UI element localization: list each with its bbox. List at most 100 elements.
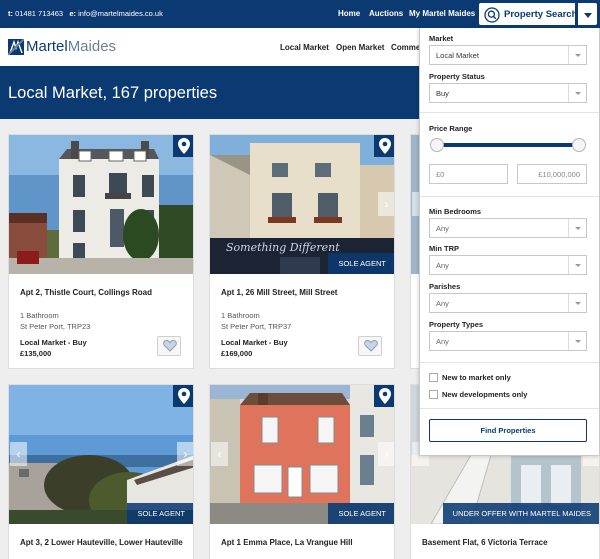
listing-photo[interactable]: Something Different › SOLE AGENT [210, 135, 394, 274]
price-min-input[interactable]: £0 [429, 164, 508, 184]
nav-local-market[interactable]: Local Market [280, 43, 329, 52]
chevron-left-icon: ‹ [16, 447, 21, 461]
chevron-right-icon: › [183, 447, 188, 461]
property-status-label: Property Status [429, 72, 485, 81]
new-developments-checkbox[interactable] [429, 390, 438, 399]
listing-card[interactable]: Something Different › SOLE AGENT Apt 1, … [209, 134, 395, 369]
sole-agent-badge: SOLE AGENT [328, 503, 394, 524]
listing-photo[interactable]: ‹ › SOLE AGENT [9, 385, 193, 524]
listing-title[interactable]: Apt 1 Emma Place, La Vrangue Hill [221, 537, 386, 548]
new-to-market-label[interactable]: New to market only [442, 373, 511, 382]
divider [420, 196, 599, 197]
nav-commercial[interactable]: Comme [391, 43, 420, 52]
sole-agent-badge: SOLE AGENT [127, 503, 193, 524]
divider [420, 112, 599, 113]
listing-title[interactable]: Apt 3, 2 Lower Hauteville, Lower Hautevi… [20, 537, 185, 548]
market-select-value: Local Market [436, 51, 479, 60]
logo-text-light: Maides [67, 38, 117, 55]
min-bedrooms-value: Any [436, 224, 449, 233]
nav-home[interactable]: Home [338, 0, 360, 28]
phone-number: 01481 713463 [15, 9, 64, 18]
chevron-down-icon [568, 332, 586, 350]
map-pin-icon [178, 388, 190, 404]
chevron-left-icon: ‹ [217, 447, 222, 461]
divider [420, 408, 599, 409]
listing-photo[interactable]: ‹ › SOLE AGENT [210, 385, 394, 524]
email-prefix: e: [69, 9, 76, 18]
listing-location: St Peter Port, TRP37 [221, 322, 292, 331]
shop-sign: Something Different [226, 241, 340, 254]
listing-card[interactable]: ‹ › SOLE AGENT Apt 3, 2 Lower Hauteville… [8, 384, 194, 559]
map-pin-icon [379, 388, 391, 404]
property-search-label: Property Search [504, 9, 578, 20]
price-max-input[interactable]: £10,000,000 [517, 164, 587, 184]
prev-photo-button[interactable]: ‹ [211, 442, 228, 466]
listing-title[interactable]: Basement Flat, 6 Victoria Terrace [422, 537, 587, 548]
map-pin-icon [379, 138, 391, 154]
page-title: Local Market, 167 properties [8, 84, 218, 102]
property-search-dropdown-toggle[interactable] [577, 2, 598, 26]
parishes-value: Any [436, 299, 449, 308]
find-properties-button[interactable]: Find Properties [429, 419, 587, 442]
listing-title[interactable]: Apt 1, 26 Mill Street, Mill Street [221, 287, 386, 298]
new-to-market-checkbox[interactable] [429, 373, 438, 382]
chevron-down-icon [568, 84, 586, 102]
logo-text-bold: Martel [26, 38, 68, 55]
price-max-value: £10,000,000 [538, 170, 580, 179]
next-photo-button[interactable]: › [177, 442, 193, 466]
map-pin-button[interactable] [374, 385, 394, 407]
nav-auctions[interactable]: Auctions [369, 0, 403, 28]
map-pin-button[interactable] [173, 135, 193, 157]
find-properties-label: Find Properties [480, 426, 536, 435]
nav-my-martel-maides[interactable]: My Martel Maides [409, 0, 475, 28]
chevron-right-icon: › [384, 447, 389, 461]
map-pin-button[interactable] [374, 135, 394, 157]
parishes-select[interactable]: Any [429, 293, 587, 313]
property-search-button[interactable]: Property Search [478, 2, 578, 26]
listing-bathrooms: 1 Bathroom [221, 311, 260, 320]
price-max-handle[interactable] [572, 138, 586, 152]
property-status-select[interactable]: Buy [429, 83, 587, 103]
next-photo-button[interactable]: › [378, 442, 394, 466]
listing-card[interactable]: Apt 2, Thistle Court, Collings Road 1 Ba… [8, 134, 194, 369]
min-bedrooms-select[interactable]: Any [429, 218, 587, 238]
price-range-label: Price Range [429, 124, 473, 133]
property-search-icon [484, 7, 500, 23]
property-types-select[interactable]: Any [429, 331, 587, 351]
price-min-handle[interactable] [430, 138, 444, 152]
prev-photo-button[interactable]: ‹ [10, 442, 27, 466]
chevron-down-icon [568, 294, 586, 312]
map-pin-button[interactable] [173, 385, 193, 407]
favourite-button[interactable] [358, 336, 382, 356]
listing-price: £169,000 [221, 349, 253, 358]
chevron-down-icon [568, 219, 586, 237]
property-types-label: Property Types [429, 320, 484, 329]
next-photo-button[interactable]: › [378, 192, 394, 216]
property-types-value: Any [436, 337, 449, 346]
listing-title[interactable]: Apt 2, Thistle Court, Collings Road [20, 287, 185, 298]
phone-prefix: t: [8, 9, 13, 18]
chevron-right-icon: › [384, 197, 389, 211]
min-bedrooms-label: Min Bedrooms [429, 207, 482, 216]
under-offer-badge: UNDER OFFER WITH MARTEL MAIDES [442, 503, 599, 524]
min-trp-select[interactable]: Any [429, 255, 587, 275]
sole-agent-badge: SOLE AGENT [328, 253, 394, 274]
favourite-button[interactable] [157, 336, 181, 356]
price-range-track[interactable] [437, 143, 580, 147]
parishes-label: Parishes [429, 282, 461, 291]
email-link[interactable]: info@martelmaides.co.uk [78, 9, 163, 18]
new-developments-label[interactable]: New developments only [442, 390, 527, 399]
map-pin-icon [178, 138, 190, 154]
price-min-value: £0 [436, 170, 445, 179]
top-bar: t: 01481 713463 e: info@martelmaides.co.… [0, 0, 600, 28]
listing-card[interactable]: ‹ › SOLE AGENT Apt 1 Emma Place, La Vran… [209, 384, 395, 559]
listing-photo[interactable] [9, 135, 193, 274]
min-trp-value: Any [436, 261, 449, 270]
logo-mark-icon [8, 39, 24, 55]
contact-info: t: 01481 713463 e: info@martelmaides.co.… [8, 9, 163, 18]
property-status-select-value: Buy [436, 89, 449, 98]
chevron-down-icon [568, 46, 586, 64]
logo-text: MartelMaides [26, 38, 116, 55]
market-select[interactable]: Local Market [429, 45, 587, 65]
nav-open-market[interactable]: Open Market [336, 43, 384, 52]
